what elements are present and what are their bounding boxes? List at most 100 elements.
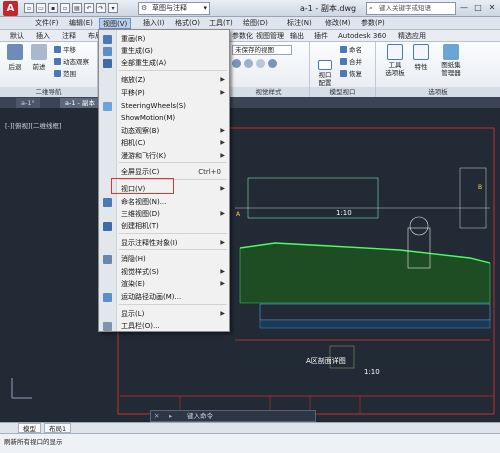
tab-featured-apps[interactable]: 精选应用 xyxy=(398,31,426,41)
tab-view[interactable]: 视图 xyxy=(256,31,270,41)
menu-item[interactable]: 工具栏(O)... xyxy=(99,320,229,332)
detail-block xyxy=(247,177,379,219)
menu-tools[interactable]: 工具(T) xyxy=(206,18,236,29)
qat-more-icon[interactable]: ▾ xyxy=(108,3,118,13)
menu-item-label: 消隐(H) xyxy=(121,255,146,263)
tab-parametric[interactable]: 参数化 xyxy=(232,31,253,41)
menu-item-label: 动态观察(B) xyxy=(121,127,160,135)
named-viewport-icon xyxy=(340,46,347,53)
menu-file[interactable]: 文件(F) xyxy=(32,18,62,29)
viewport-config-button[interactable]: 视口 配置 xyxy=(314,60,336,87)
menu-item-label: ShowMotion(M) xyxy=(121,114,176,122)
save-icon[interactable]: ▪ xyxy=(48,3,58,13)
menu-item[interactable]: 三维视图(D) ▶ xyxy=(99,208,229,220)
material-icon[interactable] xyxy=(268,59,277,68)
grass-area xyxy=(239,242,491,304)
menu-item[interactable]: 渲染(E) ▶ xyxy=(99,278,229,290)
file-tab-a1-copy[interactable]: a-1 - 副本 xyxy=(60,98,100,108)
menu-item[interactable]: 显示(L) ▶ xyxy=(99,308,229,320)
menu-draw[interactable]: 绘图(D) xyxy=(240,18,271,29)
command-prompt-icon: ▸ xyxy=(169,412,173,420)
submenu-arrow-icon: ▶ xyxy=(220,127,225,134)
menu-item[interactable]: ✓重画(R) xyxy=(99,33,229,45)
forward-button[interactable]: 前进 xyxy=(28,44,50,71)
viewport-config-icon xyxy=(318,60,332,70)
sheet-set-button[interactable]: 图纸集 管理器 xyxy=(438,44,464,77)
viewport-config-label: 视口 配置 xyxy=(318,71,332,87)
tab-layout1[interactable]: 布局1 xyxy=(44,423,72,433)
menu-item[interactable]: 消隐(H) xyxy=(99,253,229,265)
minimize-button[interactable]: — xyxy=(458,2,470,14)
menu-parametric[interactable]: 参数(P) xyxy=(358,18,388,29)
command-line-input[interactable]: ✕ ▸ 键入命令 xyxy=(150,410,316,422)
search-input[interactable]: ⌕ 键入关键字或短语 xyxy=(366,2,456,15)
menu-item[interactable]: 动态观察(B) ▶ xyxy=(99,125,229,137)
tab-model[interactable]: 模型 xyxy=(18,423,41,433)
tab-home[interactable]: 默认 xyxy=(10,31,24,41)
restore-viewport-button[interactable]: 恢复 xyxy=(340,69,362,79)
tab-manage[interactable]: 管理 xyxy=(270,31,284,41)
menu-item[interactable]: 视觉样式(S) ▶ xyxy=(99,266,229,278)
menu-item[interactable]: 平移(P) ▶ xyxy=(99,87,229,99)
pan-button[interactable]: 平移 xyxy=(54,45,76,55)
visual-style-icons xyxy=(232,59,277,68)
range-button[interactable]: 范围 xyxy=(54,69,76,79)
save-as-icon[interactable]: ▫ xyxy=(60,3,70,13)
tab-annotate[interactable]: 注释 xyxy=(62,31,76,41)
app-menu-button[interactable]: A xyxy=(3,1,18,16)
file-tab-a1[interactable]: a-1° xyxy=(16,98,40,108)
orbit-button[interactable]: 动态观察 xyxy=(54,57,89,67)
close-button[interactable]: ✕ xyxy=(486,2,498,14)
shadow-icon[interactable] xyxy=(256,59,265,68)
menu-dimension[interactable]: 标注(N) xyxy=(284,18,315,29)
menu-edit[interactable]: 编辑(E) xyxy=(66,18,96,29)
close-command-icon[interactable]: ✕ xyxy=(154,411,159,421)
menu-item[interactable]: 相机(C) ▶ xyxy=(99,137,229,149)
range-label: 范围 xyxy=(63,70,76,78)
workspace-switcher[interactable]: ⚙ 草图与注释 ▾ xyxy=(138,2,210,15)
menu-item[interactable]: 重生成(G) xyxy=(99,45,229,57)
section-title: A区剖面详图 xyxy=(306,357,346,365)
menu-separator xyxy=(119,70,227,71)
join-label: 合并 xyxy=(349,58,362,66)
print-icon[interactable]: ▤ xyxy=(72,3,82,13)
annotation-a: A xyxy=(236,211,241,218)
menu-view[interactable]: 视图(V) xyxy=(99,18,132,29)
tab-output[interactable]: 输出 xyxy=(290,31,304,41)
regen-icon xyxy=(103,47,112,56)
drawing-viewport[interactable]: [-][俯视][二维线框] 1:10 1:10 A区剖面详图 A B xyxy=(0,108,500,421)
back-button[interactable]: 后退 xyxy=(4,44,26,71)
menu-item[interactable]: ShowMotion(M) xyxy=(99,112,229,124)
undo-icon[interactable]: ↶ xyxy=(84,3,94,13)
menu-item[interactable]: 缩放(Z) ▶ xyxy=(99,74,229,86)
menu-item[interactable]: 命名视图(N)... xyxy=(99,196,229,208)
submenu-arrow-icon: ▶ xyxy=(220,152,225,159)
menu-item[interactable]: 漫游和飞行(K) ▶ xyxy=(99,150,229,162)
menu-item[interactable]: 运动路径动画(M)... xyxy=(99,291,229,303)
new-file-icon[interactable]: ▫ xyxy=(24,3,34,13)
menu-item[interactable]: 全屏显示(C) Ctrl+0 xyxy=(99,166,229,178)
open-file-icon[interactable]: ▭ xyxy=(36,3,46,13)
view-style-dropdown[interactable]: 未保存的视图 xyxy=(232,45,292,55)
menu-insert[interactable]: 插入(I) xyxy=(140,18,168,29)
maximize-button[interactable]: □ xyxy=(472,2,484,14)
menu-modify[interactable]: 修改(M) xyxy=(322,18,354,29)
menu-item[interactable]: 显示注释性对象(I) ▶ xyxy=(99,237,229,249)
sheet-set-label: 图纸集 管理器 xyxy=(441,61,461,77)
named-viewport-button[interactable]: 命名 xyxy=(340,45,362,55)
redo-icon[interactable]: ↷ xyxy=(96,3,106,13)
menu-item[interactable]: 全部重生成(A) xyxy=(99,57,229,69)
viewport-controls-label[interactable]: [-][俯视][二维线框] xyxy=(5,120,62,130)
tab-plugins[interactable]: 插件 xyxy=(314,31,328,41)
tool-palettes-button[interactable]: 工具 选项板 xyxy=(384,44,406,77)
menu-item[interactable]: 创建相机(T) xyxy=(99,220,229,232)
tab-insert[interactable]: 插入 xyxy=(36,31,50,41)
visual-style-icon[interactable] xyxy=(232,59,241,68)
camera-icon xyxy=(103,222,112,231)
join-viewport-button[interactable]: 合并 xyxy=(340,57,362,67)
menu-format[interactable]: 格式(O) xyxy=(172,18,203,29)
properties-button[interactable]: 特性 xyxy=(410,44,432,71)
tab-autodesk360[interactable]: Autodesk 360 xyxy=(338,31,386,41)
lighting-icon[interactable] xyxy=(244,59,253,68)
menu-item[interactable]: SteeringWheels(S) xyxy=(99,100,229,112)
